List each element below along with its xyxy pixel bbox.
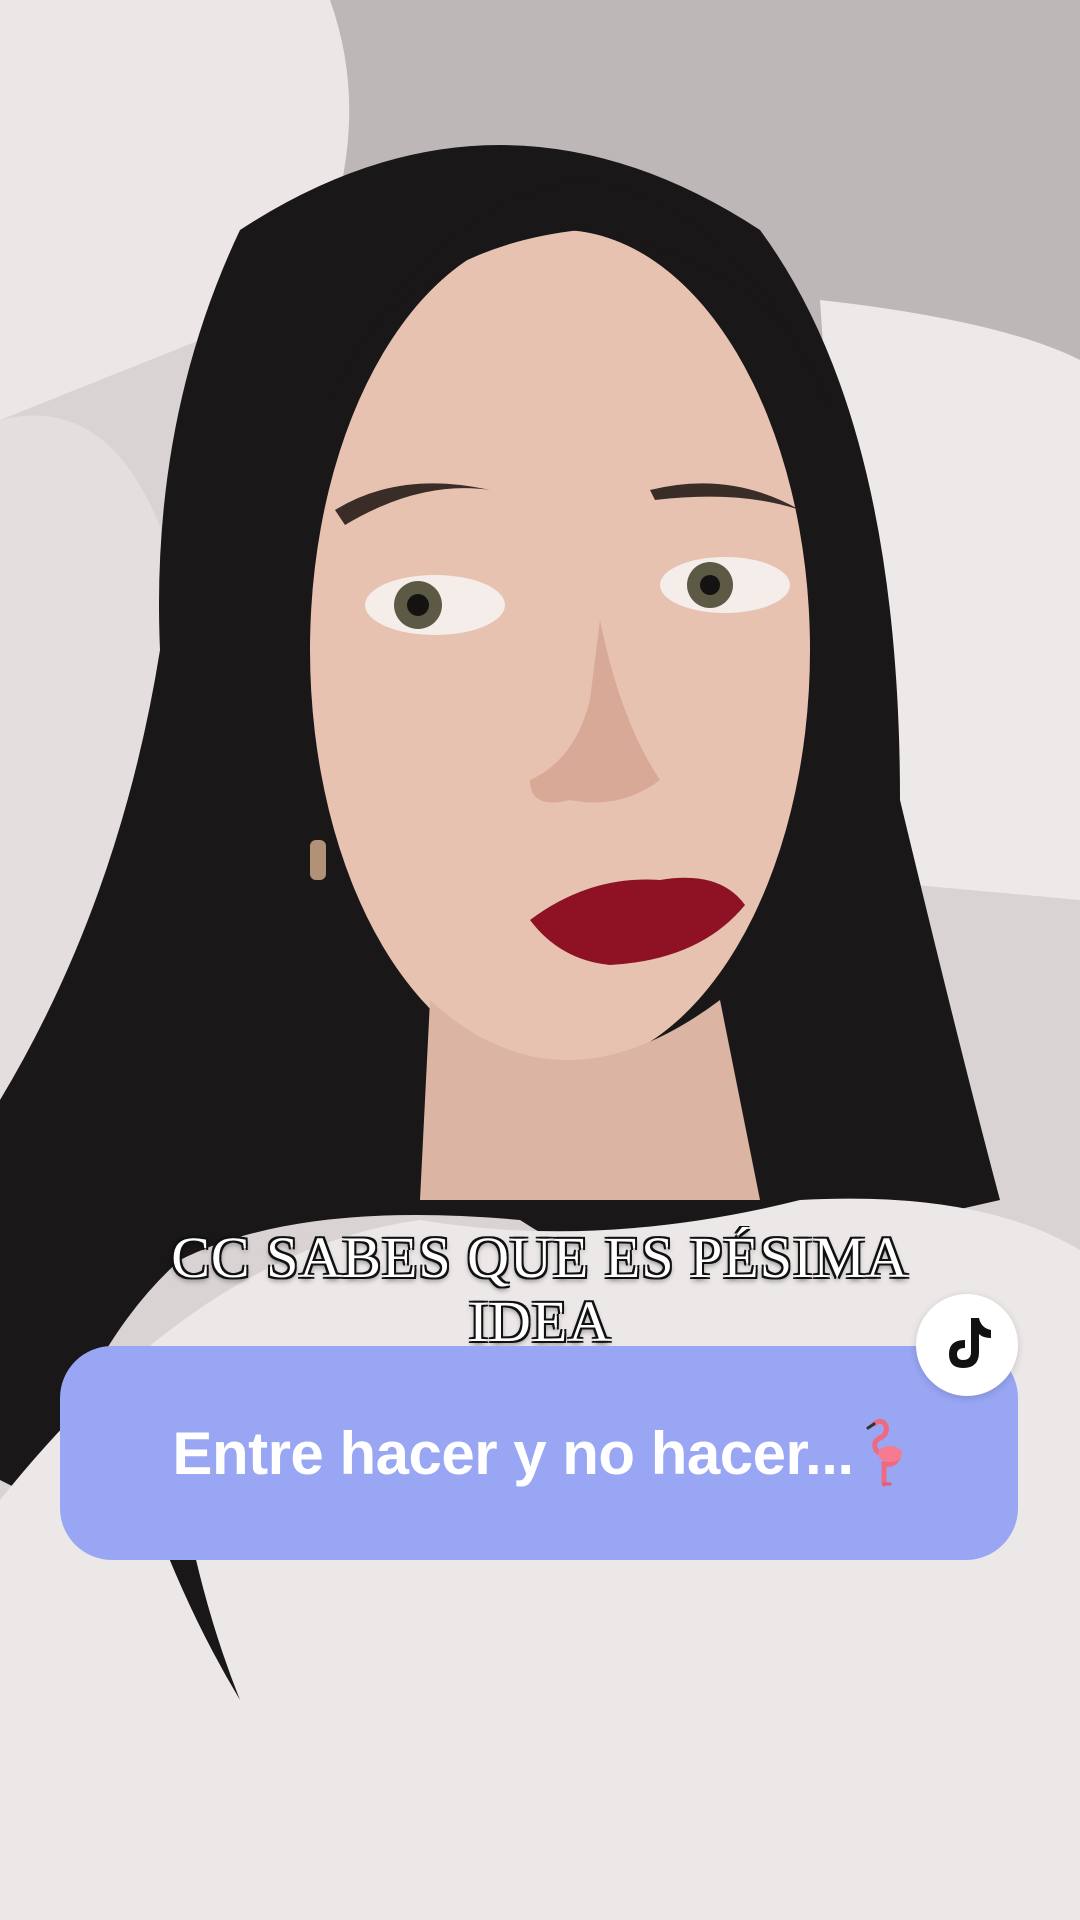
caption-banner: Entre hacer y no hacer... [60,1346,1018,1560]
background-photo [0,0,1080,1920]
flamingo-icon [860,1418,906,1488]
tiktok-logo-icon [941,1314,993,1377]
tiktok-logo-badge [916,1294,1018,1396]
banner-text: Entre hacer y no hacer... [172,1419,854,1487]
